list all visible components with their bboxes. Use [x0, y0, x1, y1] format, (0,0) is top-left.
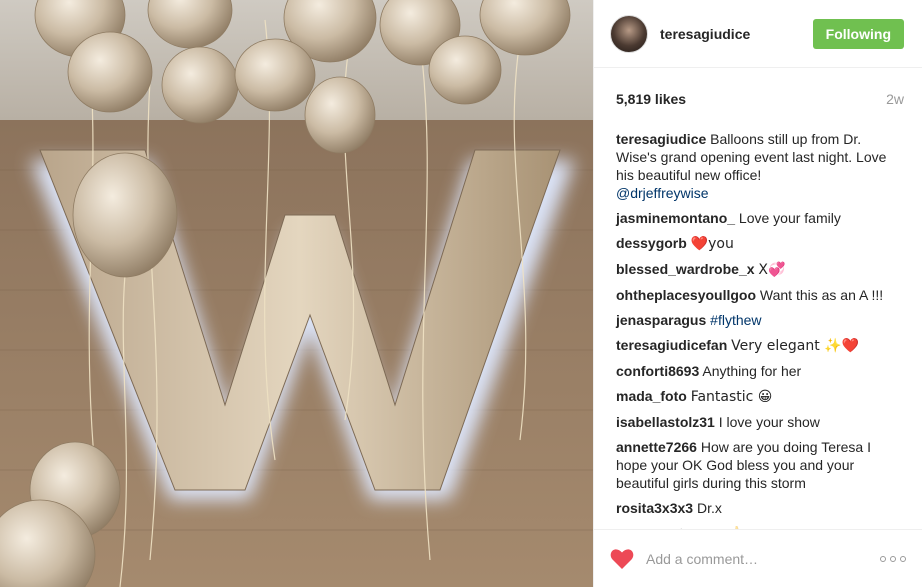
comment-username[interactable]: mada_foto: [616, 388, 687, 404]
comment-item: dessygorb ❤️you: [616, 234, 904, 253]
avatar[interactable]: [610, 14, 648, 53]
comments-list[interactable]: teresagiudice Balloons still up from Dr.…: [594, 130, 922, 529]
following-button[interactable]: Following: [812, 18, 904, 49]
comment-text: Anything for her: [702, 363, 802, 379]
comment-username[interactable]: dessygorb: [616, 235, 687, 251]
comment-username[interactable]: annette7266: [616, 439, 697, 455]
comment-bar: [594, 529, 922, 587]
comment-username[interactable]: mosswestnessy: [616, 525, 723, 529]
post-side-panel: teresagiudice Following 5,819 likes 2w t…: [593, 0, 922, 587]
comment-item: mosswestnessy 👍: [616, 524, 904, 529]
comment-text: Fantastic 😀: [690, 389, 773, 405]
dot: [880, 555, 886, 562]
comment-item: mada_foto Fantastic 😀: [616, 387, 904, 406]
caption-username[interactable]: teresagiudice: [616, 131, 706, 147]
post-time[interactable]: 2w: [886, 91, 904, 107]
comment-username[interactable]: rosita3x3x3: [616, 500, 693, 516]
post-meta: 5,819 likes 2w: [594, 68, 922, 130]
caption-mention-link[interactable]: @drjeffreywise: [616, 185, 709, 201]
heart-icon[interactable]: [610, 548, 634, 570]
comment-username[interactable]: jenasparagus: [616, 312, 706, 328]
post-header: teresagiudice Following: [594, 0, 922, 68]
post-photo[interactable]: [0, 0, 593, 587]
likes-count[interactable]: 5,819 likes: [616, 91, 686, 107]
comment-username[interactable]: conforti8693: [616, 363, 699, 379]
hashtag-link[interactable]: #flythew: [710, 312, 761, 328]
comment-item: teresagiudicefan Very elegant ✨❤️: [616, 336, 904, 355]
add-comment-input[interactable]: [646, 550, 880, 567]
comment-username[interactable]: teresagiudicefan: [616, 337, 727, 353]
more-options-icon[interactable]: [880, 552, 906, 566]
comment-username[interactable]: ohtheplacesyoullgoo: [616, 287, 756, 303]
comment-text: Want this as an A !!!: [759, 287, 884, 303]
comment-text: Dr.x: [696, 500, 722, 516]
dot: [890, 555, 896, 562]
dot: [900, 555, 906, 562]
comment-item: annette7266 How are you doing Teresa I h…: [616, 438, 904, 492]
comment-item: jenasparagus #flythew: [616, 311, 904, 329]
comment-item: jasminemontano_ Love your family: [616, 209, 904, 227]
comment-item: conforti8693 Anything for her: [616, 362, 904, 380]
comment-username[interactable]: isabellastolz31: [616, 414, 715, 430]
comment-item: isabellastolz31 I love your show: [616, 413, 904, 431]
comment-item: rosita3x3x3 Dr.x: [616, 499, 904, 517]
comment-item: ohtheplacesyoullgoo Want this as an A !!…: [616, 286, 904, 304]
comment-text: ❤️you: [690, 236, 734, 252]
comment-username[interactable]: blessed_wardrobe_x: [616, 261, 755, 277]
comment-text: Love your family: [738, 210, 841, 226]
comment-text: Very elegant ✨❤️: [731, 338, 860, 354]
comment-text: I love your show: [718, 414, 820, 430]
caption: teresagiudice Balloons still up from Dr.…: [616, 130, 904, 202]
post-viewer: teresagiudice Following 5,819 likes 2w t…: [0, 0, 922, 587]
photo-illustration: [0, 0, 593, 587]
author-username[interactable]: teresagiudice: [660, 26, 813, 42]
comment-text: 👍: [727, 526, 744, 529]
comment-text: X💞: [758, 262, 786, 278]
comment-item: blessed_wardrobe_x X💞: [616, 260, 904, 279]
comment-username[interactable]: jasminemontano_: [616, 210, 735, 226]
